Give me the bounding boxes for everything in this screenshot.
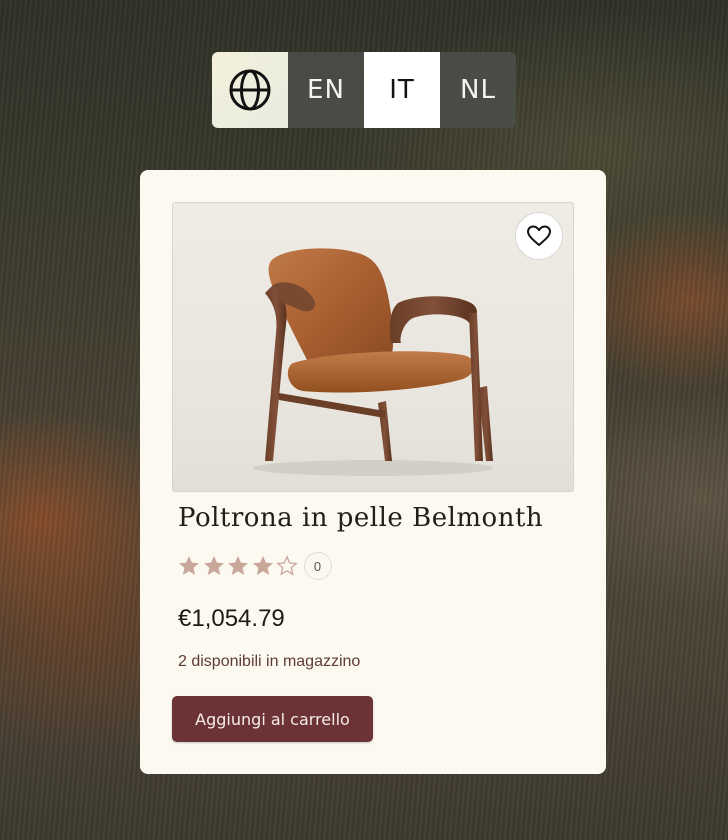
product-image[interactable]	[172, 202, 574, 492]
review-count-badge[interactable]: 0	[303, 552, 332, 580]
star-filled-icon	[228, 556, 248, 575]
product-title[interactable]: Poltrona in pelle Belmonth	[178, 503, 543, 533]
star-filled-icon	[203, 556, 224, 575]
wishlist-button[interactable]	[515, 212, 563, 260]
language-it-button[interactable]: IT	[364, 52, 440, 128]
product-card: Poltrona in pelle Belmonth 0 €1,054.79 2…	[140, 170, 606, 774]
star-empty-icon	[276, 555, 298, 576]
product-price: €1,054.79	[178, 605, 285, 632]
language-nl-button[interactable]: NL	[440, 52, 516, 128]
stock-status: 2 disponibili in magazzino	[178, 653, 361, 670]
heart-icon	[527, 225, 551, 246]
rating-stars	[177, 554, 300, 578]
globe-icon[interactable]	[212, 52, 288, 128]
product-rating[interactable]: 0	[177, 552, 332, 580]
language-switcher: EN IT NL	[212, 52, 516, 128]
leather-armchair-image	[253, 248, 493, 476]
language-en-button[interactable]: EN	[288, 52, 364, 128]
star-filled-icon	[252, 556, 273, 575]
star-filled-icon	[179, 556, 199, 575]
add-to-cart-button[interactable]: Aggiungi al carrello	[172, 696, 373, 742]
